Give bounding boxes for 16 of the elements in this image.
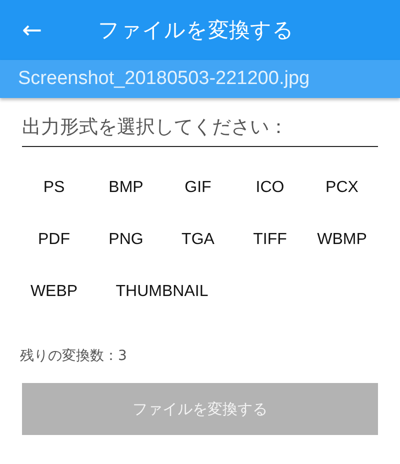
format-option[interactable]: THUMBNAIL <box>90 273 234 311</box>
format-prompt: 出力形式を選択してください： <box>22 114 378 147</box>
format-option[interactable]: WBMP <box>306 221 378 259</box>
format-option[interactable]: PDF <box>18 221 90 259</box>
format-option[interactable]: PS <box>18 169 90 207</box>
format-option[interactable]: TGA <box>162 221 234 259</box>
app-bar-title: ファイルを変換する <box>98 17 294 44</box>
format-option[interactable]: BMP <box>90 169 162 207</box>
format-option[interactable]: PCX <box>306 169 378 207</box>
file-name: Screenshot_20180503-221200.jpg <box>18 68 310 90</box>
format-option[interactable]: WEBP <box>18 273 90 311</box>
remaining-conversions: 残りの変換数：3 <box>20 347 128 365</box>
format-option[interactable]: PNG <box>90 221 162 259</box>
format-option[interactable]: GIF <box>162 169 234 207</box>
format-option[interactable]: ICO <box>234 169 306 207</box>
format-option[interactable]: TIFF <box>234 221 306 259</box>
